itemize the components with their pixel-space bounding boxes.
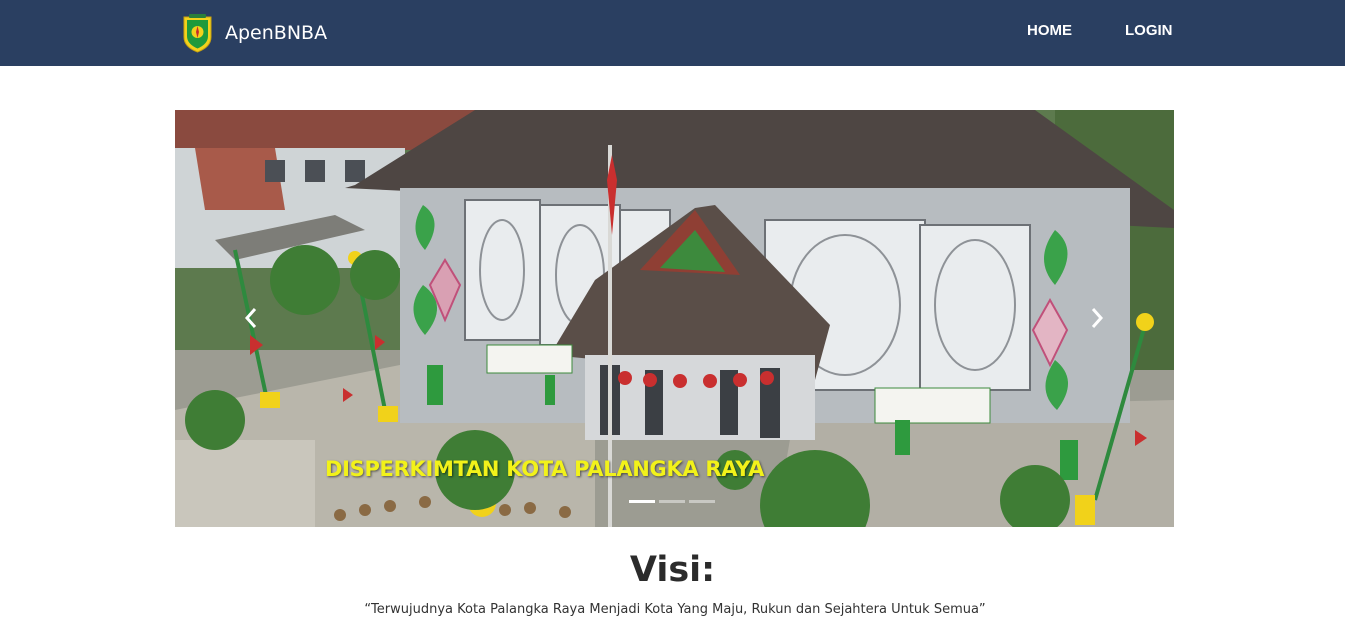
nav-login-link[interactable]: LOGIN <box>1125 22 1173 39</box>
chevron-left-icon <box>244 308 257 328</box>
hero-carousel: DISPERKIMTAN KOTA PALANGKA RAYA <box>175 110 1174 527</box>
city-emblem-icon <box>183 14 212 53</box>
carousel-indicator-1[interactable] <box>629 500 655 503</box>
carousel-prev-control[interactable] <box>237 300 265 336</box>
chevron-right-icon <box>1091 308 1104 328</box>
visi-heading: Visi: <box>629 550 716 590</box>
carousel-next-control[interactable] <box>1083 300 1111 336</box>
brand-name: ApenBNBA <box>225 22 328 44</box>
visi-statement: “Terwujudnya Kota Palangka Raya Menjadi … <box>364 602 986 617</box>
brand[interactable]: ApenBNBA <box>181 13 327 53</box>
carousel-indicator-3[interactable] <box>689 500 715 503</box>
nav-home-link[interactable]: HOME <box>1027 22 1072 39</box>
carousel-indicator-2[interactable] <box>659 500 685 503</box>
carousel-indicators <box>629 500 715 503</box>
top-navbar: ApenBNBA HOME LOGIN <box>0 0 1345 66</box>
slide-caption: DISPERKIMTAN KOTA PALANGKA RAYA <box>325 457 765 481</box>
